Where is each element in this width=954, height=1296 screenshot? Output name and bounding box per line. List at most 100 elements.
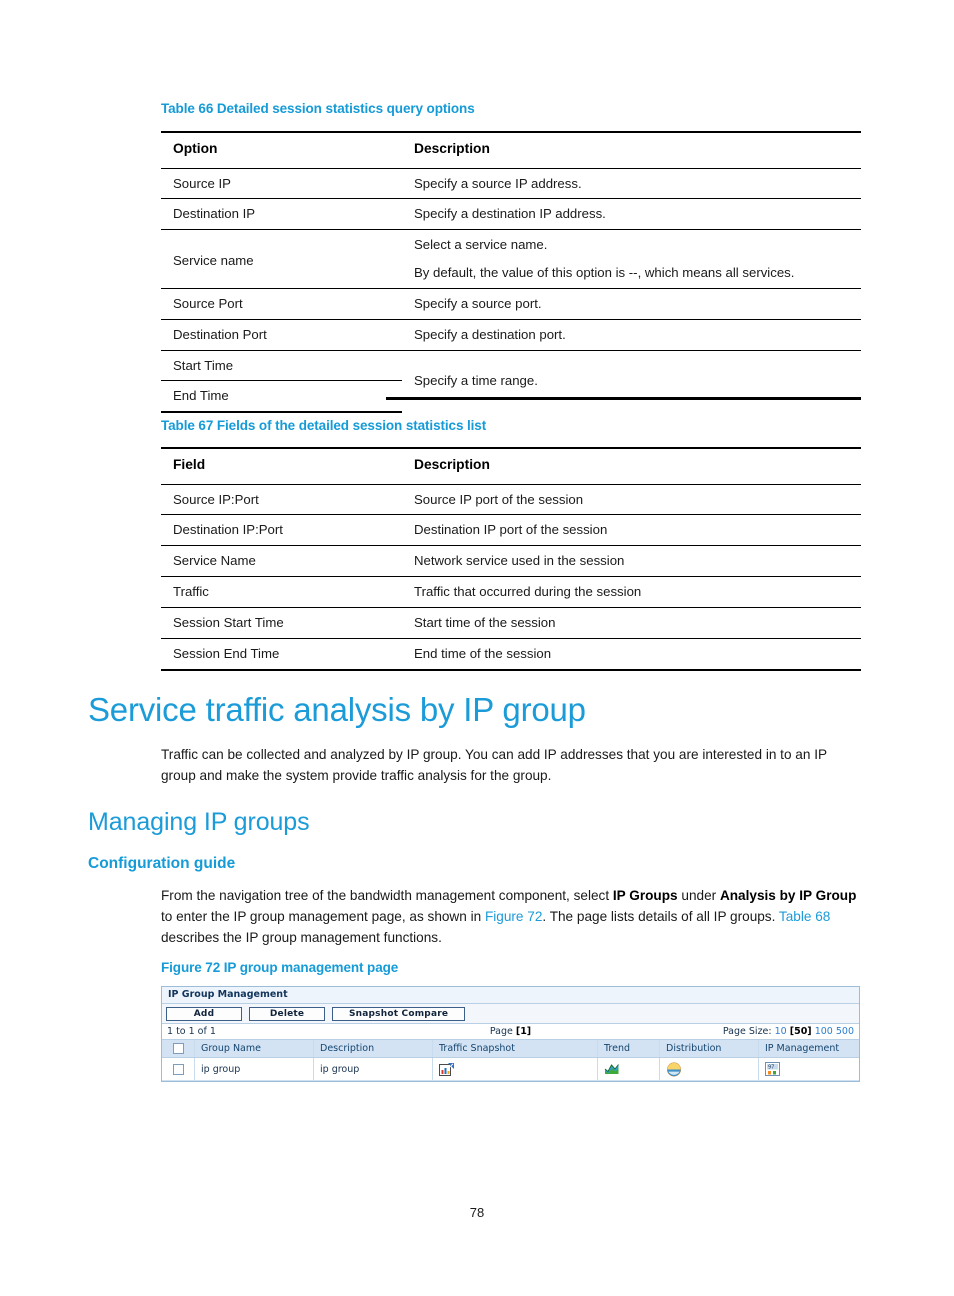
select-all-header-cell[interactable] xyxy=(162,1040,195,1058)
table-67-cell-description: Network service used in the session xyxy=(402,545,861,577)
table-67-cell-field: Service Name xyxy=(161,545,402,577)
window-title: IP Group Management xyxy=(162,987,859,1004)
table-row: Start Time Specify a time range. xyxy=(161,349,861,413)
table-66-cell-description: Specify a destination port. xyxy=(402,318,861,350)
table-66-desc-line-2: By default, the value of this option is … xyxy=(414,265,795,281)
table-row: ip group ip group 97 xyxy=(162,1057,859,1081)
column-header-group-name[interactable]: Group Name xyxy=(194,1040,314,1058)
page-size-selector: Page Size: 10 [50] 100 500 xyxy=(723,1024,854,1039)
table-66-cell-option: End Time xyxy=(161,380,402,414)
table-67-cell-description: Destination IP port of the session xyxy=(402,514,861,546)
pagination-bar: 1 to 1 of 1 Page [1] Page Size: 10 [50] … xyxy=(162,1024,859,1040)
column-header-description[interactable]: Description xyxy=(313,1040,433,1058)
table-66-header-option: Option xyxy=(161,130,402,169)
table-66-cell-option: Destination Port xyxy=(161,318,402,350)
column-header-distribution[interactable]: Distribution xyxy=(659,1040,759,1058)
page-size-option-500[interactable]: 500 xyxy=(836,1026,854,1037)
cell-description: ip group xyxy=(313,1057,433,1081)
table-67-cell-field: Destination IP:Port xyxy=(161,514,402,546)
cell-ip-management[interactable]: 97 xyxy=(758,1057,859,1081)
document-page: Table 66 Detailed session statistics que… xyxy=(0,0,954,1296)
configuration-guide-paragraph: From the navigation tree of the bandwidt… xyxy=(161,885,863,948)
snapshot-compare-button[interactable]: Snapshot Compare xyxy=(332,1007,466,1021)
column-header-traffic-snapshot[interactable]: Traffic Snapshot xyxy=(432,1040,598,1058)
table-66-header-description: Description xyxy=(402,130,861,169)
cell-trend[interactable] xyxy=(597,1057,660,1081)
table-67-header-field: Field xyxy=(161,446,402,485)
table-67-cell-field: Source IP:Port xyxy=(161,483,402,515)
table-66-bottom-rule xyxy=(386,397,861,400)
table-header-row: Group Name Description Traffic Snapshot … xyxy=(162,1040,859,1058)
subsection-heading-configuration-guide: Configuration guide xyxy=(88,855,236,872)
table-row: Source IP Specify a source IP address. xyxy=(161,167,861,199)
table-67-caption: Table 67 Fields of the detailed session … xyxy=(161,418,487,433)
table-67: Field Description Source IP:Port Source … xyxy=(161,446,861,671)
ip-management-icon[interactable]: 97 xyxy=(765,1061,781,1077)
row-select-cell[interactable] xyxy=(162,1057,195,1081)
select-all-checkbox[interactable] xyxy=(172,1043,184,1054)
table-67-cell-description: Start time of the session xyxy=(402,606,861,639)
page-size-option-100[interactable]: 100 xyxy=(815,1026,833,1037)
table-66-cell-description: Specify a time range. xyxy=(402,349,861,413)
table-row: Service Name Network service used in the… xyxy=(161,545,861,577)
page-size-label: Page Size: xyxy=(722,1026,775,1037)
config-text-4: . The page lists details of all IP group… xyxy=(542,909,779,925)
config-text-1: From the navigation tree of the bandwidt… xyxy=(161,888,613,903)
page-size-option-50-selected[interactable]: [50] xyxy=(790,1026,812,1037)
table-67-cell-field: Traffic xyxy=(161,576,402,608)
section-heading-managing-ip-groups: Managing IP groups xyxy=(88,808,310,836)
page-current: [1] xyxy=(515,1026,532,1037)
pie-sphere-icon[interactable] xyxy=(666,1062,682,1077)
column-header-ip-management[interactable]: IP Management xyxy=(758,1040,859,1058)
page-title: Service traffic analysis by IP group xyxy=(88,691,586,728)
table-66-cell-option: Source IP xyxy=(161,167,402,199)
table-67-cell-description: End time of the session xyxy=(402,637,861,671)
figure-72-ip-group-management-screenshot: IP Group Management Add Delete Snapshot … xyxy=(161,986,860,1082)
table-66-cell-option: Destination IP xyxy=(161,198,402,230)
page-size-option-10[interactable]: 10 xyxy=(775,1026,787,1037)
toolbar: Add Delete Snapshot Compare xyxy=(162,1004,859,1024)
table-row: Traffic Traffic that occurred during the… xyxy=(161,576,861,608)
table-row: Source IP:Port Source IP port of the ses… xyxy=(161,483,861,515)
table-67-header-description: Description xyxy=(402,446,861,485)
cell-distribution[interactable] xyxy=(659,1057,759,1081)
config-bold-ip-groups: IP Groups xyxy=(612,888,678,903)
table-row: Destination IP Specify a destination IP … xyxy=(161,198,861,230)
page-label: Page xyxy=(489,1026,516,1037)
cell-traffic-snapshot[interactable] xyxy=(432,1057,598,1081)
table-66-cell-description: Specify a source port. xyxy=(402,287,861,320)
table-67-cell-description: Source IP port of the session xyxy=(402,483,861,515)
bar-chart-arrow-icon[interactable] xyxy=(439,1062,455,1077)
page-number: 78 xyxy=(469,1205,485,1220)
table-66-desc-line-1: Select a service name. xyxy=(414,237,548,253)
area-chart-icon[interactable] xyxy=(604,1062,620,1076)
table-66-cell-description: Specify a destination IP address. xyxy=(402,198,861,230)
cross-reference-table-68[interactable]: Table 68 xyxy=(779,909,830,924)
table-67-cell-field: Session End Time xyxy=(161,637,402,671)
cross-reference-figure-72[interactable]: Figure 72 xyxy=(485,909,542,924)
table-66-cell-description: Select a service name. By default, the v… xyxy=(402,229,861,289)
table-66-cell-description: Specify a source IP address. xyxy=(402,167,861,199)
column-header-trend[interactable]: Trend xyxy=(597,1040,660,1058)
table-row: Service name Select a service name. By d… xyxy=(161,229,861,289)
figure-72-caption: Figure 72 IP group management page xyxy=(161,960,399,975)
svg-text:97: 97 xyxy=(768,1064,774,1070)
config-bold-analysis-by-ip-group: Analysis by IP Group xyxy=(719,888,857,903)
add-button[interactable]: Add xyxy=(166,1007,242,1021)
table-66: Option Description Source IP Specify a s… xyxy=(161,130,861,414)
intro-paragraph: Traffic can be collected and analyzed by… xyxy=(161,747,827,784)
cell-group-name: ip group xyxy=(194,1057,314,1081)
row-checkbox[interactable] xyxy=(172,1063,184,1075)
table-66-caption: Table 66 Detailed session statistics que… xyxy=(161,101,475,116)
config-text-3: to enter the IP group management page, a… xyxy=(161,909,485,925)
table-67-cell-description: Traffic that occurred during the session xyxy=(402,576,861,608)
table-row: Destination IP:Port Destination IP port … xyxy=(161,514,861,546)
config-text-2: under xyxy=(677,888,720,903)
table-67-cell-field: Session Start Time xyxy=(161,606,402,639)
table-row: Session Start Time Start time of the ses… xyxy=(161,606,861,639)
table-66-cell-option: Service name xyxy=(161,229,402,289)
ip-group-table: Group Name Description Traffic Snapshot … xyxy=(162,1040,859,1081)
table-row: Session End Time End time of the session xyxy=(161,637,861,671)
config-text-5: describes the IP group management functi… xyxy=(161,930,442,946)
delete-button[interactable]: Delete xyxy=(249,1007,326,1021)
